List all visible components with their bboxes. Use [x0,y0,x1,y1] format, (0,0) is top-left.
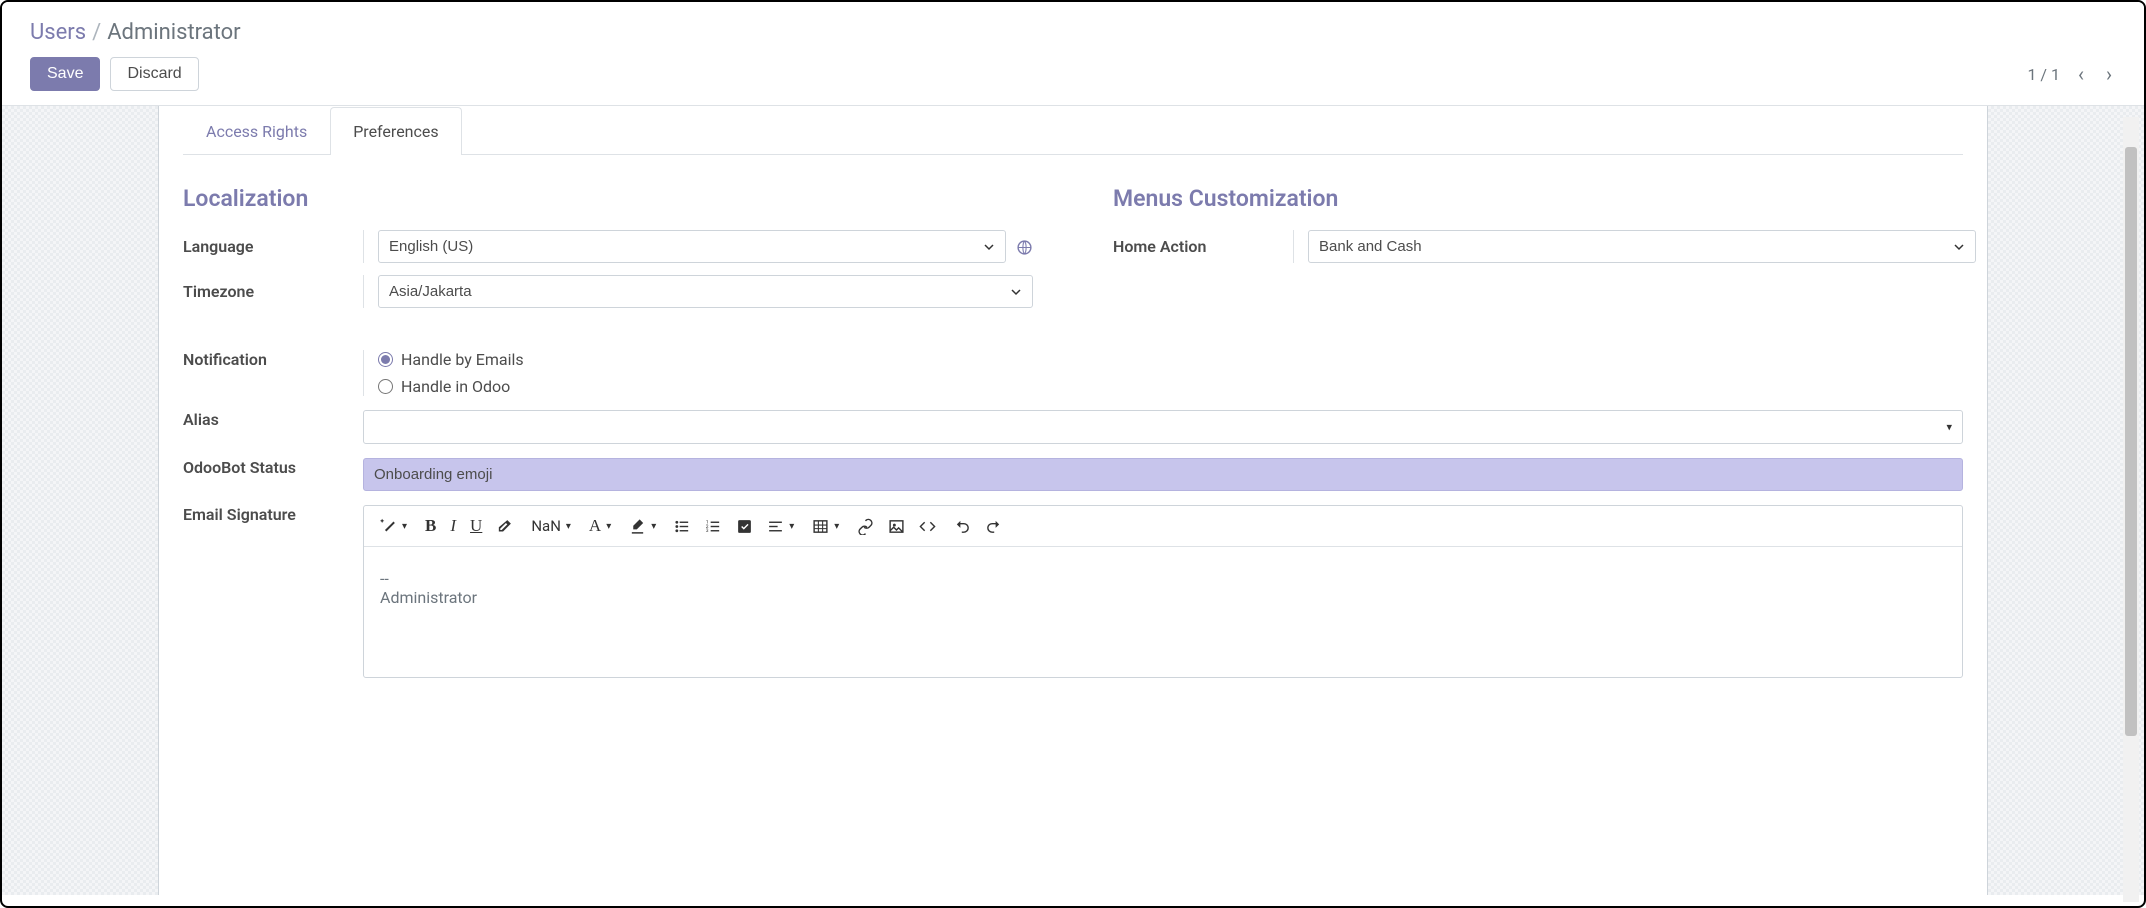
discard-button[interactable]: Discard [110,57,198,91]
alias-select[interactable] [363,410,1963,444]
align-icon[interactable] [767,518,794,535]
language-select[interactable]: English (US) [378,230,1006,263]
button-row: Save Discard [30,57,199,91]
tab-access-rights[interactable]: Access Rights [183,107,330,155]
timezone-row: Timezone Asia/Jakarta [183,275,1033,308]
tab-preferences[interactable]: Preferences [330,107,461,155]
left-gutter [2,106,158,895]
image-icon[interactable] [888,518,905,535]
underline-button[interactable]: U [470,516,482,536]
odoobot-row: OdooBot Status Onboarding emoji [183,458,1963,491]
home-action-row: Home Action Bank and Cash [1113,230,1988,263]
pager-count: 1 / 1 [2027,65,2060,84]
editor-toolbar: B I U NaN A [364,506,1962,547]
signature-line2: Administrator [380,588,1946,607]
signature-row: Email Signature B I U [183,505,1963,678]
radio-email-label: Handle by Emails [401,350,524,369]
alias-row: Alias [183,410,1963,444]
scroll-thumb[interactable] [2125,147,2137,736]
globe-icon[interactable] [1016,237,1033,256]
eraser-icon[interactable] [496,518,513,535]
localization-section: Localization Language English (US) [183,185,1073,320]
breadcrumb-current: Administrator [107,20,240,45]
save-button[interactable]: Save [30,57,100,91]
ordered-list-icon[interactable]: 123 [705,518,722,535]
code-icon[interactable] [919,518,936,535]
timezone-select[interactable]: Asia/Jakarta [378,275,1033,308]
pager-next-icon[interactable]: › [2102,58,2116,90]
notification-label: Notification [183,350,363,369]
italic-button[interactable]: I [450,516,456,536]
header-actions-row: Save Discard 1 / 1 ‹ › [30,57,2116,91]
notification-row: Notification Handle by Emails Handle in … [183,350,1963,396]
odoobot-label: OdooBot Status [183,458,363,477]
signature-label: Email Signature [183,505,363,524]
font-color-dropdown[interactable]: A [589,516,611,536]
home-action-label: Home Action [1113,237,1293,256]
home-action-select[interactable]: Bank and Cash [1308,230,1976,263]
top-sections: Localization Language English (US) [183,185,1963,320]
vertical-scrollbar[interactable] [2123,117,2139,902]
radio-odoo[interactable] [378,379,393,394]
font-size-dropdown[interactable]: NaN [531,517,571,535]
rich-text-editor: B I U NaN A [363,505,1963,678]
radio-email[interactable] [378,352,393,367]
language-row: Language English (US) [183,230,1033,263]
right-gutter [1988,106,2144,895]
alias-label: Alias [183,410,363,429]
unordered-list-icon[interactable] [674,518,691,535]
breadcrumb-separator: / [92,20,101,45]
pager-prev-icon[interactable]: ‹ [2074,58,2088,90]
timezone-label: Timezone [183,282,363,301]
odoobot-status-select[interactable]: Onboarding emoji [363,458,1963,491]
bold-button[interactable]: B [425,516,436,536]
table-icon[interactable] [812,518,839,535]
menus-section: Menus Customization Home Action Bank and… [1113,185,1988,320]
highlight-icon[interactable] [629,518,656,535]
main-wrap: Access Rights Preferences Localization L… [2,106,2144,895]
notification-option-odoo[interactable]: Handle in Odoo [378,377,524,396]
page-header: Users / Administrator Save Discard 1 / 1… [2,2,2144,106]
undo-icon[interactable] [954,518,971,535]
notification-option-email[interactable]: Handle by Emails [378,350,524,369]
link-icon[interactable] [857,518,874,535]
tab-bar: Access Rights Preferences [183,106,1963,155]
signature-line1: -- [380,569,1946,588]
localization-title: Localization [183,185,1033,212]
pager: 1 / 1 ‹ › [2027,58,2116,90]
notification-radio-group: Handle by Emails Handle in Odoo [378,350,524,396]
menus-title: Menus Customization [1113,185,1988,212]
app-frame: Users / Administrator Save Discard 1 / 1… [0,0,2146,908]
checklist-icon[interactable] [736,518,753,535]
magic-wand-icon[interactable] [380,518,407,535]
language-label: Language [183,237,363,256]
svg-text:3: 3 [706,528,709,534]
breadcrumb: Users / Administrator [30,20,2116,45]
redo-icon[interactable] [985,518,1002,535]
editor-body[interactable]: -- Administrator [364,547,1962,677]
radio-odoo-label: Handle in Odoo [401,377,510,396]
form-content: Access Rights Preferences Localization L… [158,106,1988,895]
breadcrumb-parent[interactable]: Users [30,20,86,45]
